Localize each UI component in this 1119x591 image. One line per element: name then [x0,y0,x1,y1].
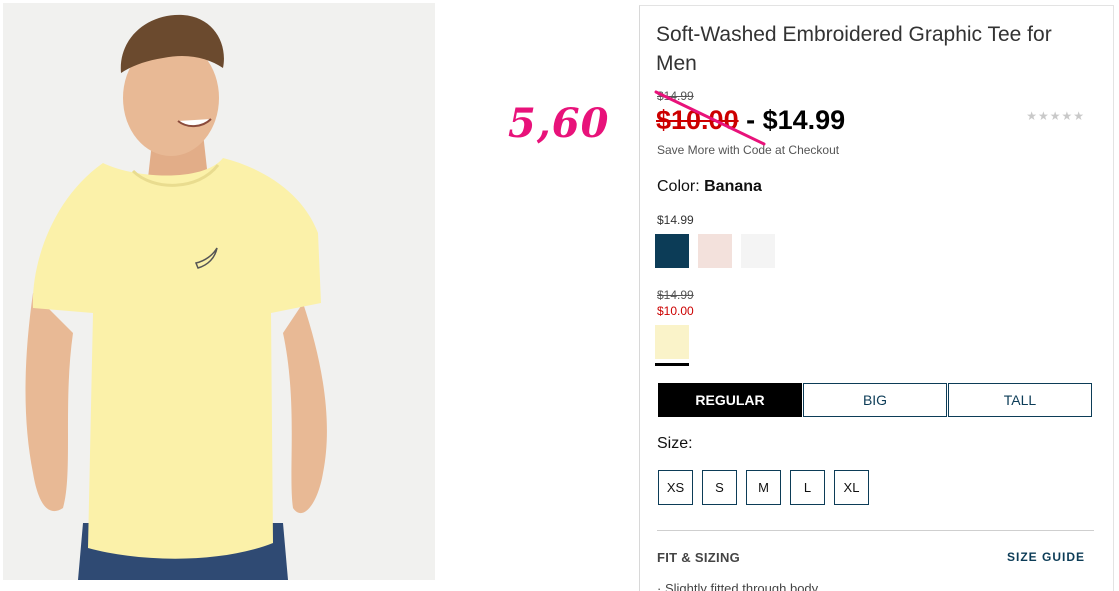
price-annotation: 5,60 [508,100,610,147]
size-options: XS S M L XL [658,470,878,505]
color-swatch-pink[interactable] [698,234,732,268]
original-price: $14.99 [657,89,694,103]
color-swatch-banana[interactable] [655,325,689,359]
size-xs-button[interactable]: XS [658,470,693,505]
price-range: $10.00 - $14.99 [656,105,845,136]
size-xl-button[interactable]: XL [834,470,869,505]
rating-stars[interactable]: ★★★★★ [1026,109,1085,123]
color-label: Color: Banana [657,178,762,196]
swatch-group-sale-price: $10.00 [657,304,694,318]
swatch-group-original-price: $14.99 [657,288,694,302]
color-label-prefix: Color: [657,178,705,195]
size-guide-link[interactable]: SIZE GUIDE [1007,550,1085,564]
promo-text: Save More with Code at Checkout [657,143,840,157]
tab-big[interactable]: BIG [803,383,947,417]
selected-swatch-indicator [655,363,689,366]
size-l-button[interactable]: L [790,470,825,505]
product-title: Soft-Washed Embroidered Graphic Tee for … [656,23,1052,75]
fit-tabs: REGULAR BIG TALL [658,383,1093,417]
size-m-button[interactable]: M [746,470,781,505]
swatch-group-price: $14.99 [657,213,694,227]
tab-tall[interactable]: TALL [948,383,1092,417]
product-image [3,3,435,580]
tab-regular[interactable]: REGULAR [658,383,802,417]
model-photo [3,3,435,580]
fit-sizing-heading[interactable]: FIT & SIZING [657,550,740,565]
fit-detail-item: · Slightly fitted through body [657,581,819,591]
product-details-panel: Soft-Washed Embroidered Graphic Tee for … [639,5,1114,591]
regular-price: $14.99 [762,105,846,135]
section-divider [657,530,1094,531]
size-label: Size: [657,435,693,452]
color-swatch-navy[interactable] [655,234,689,268]
price-separator: - [738,105,763,135]
selected-color: Banana [704,178,762,195]
color-swatch-white[interactable] [741,234,775,268]
size-s-button[interactable]: S [702,470,737,505]
sale-price: $10.00 [656,105,739,135]
